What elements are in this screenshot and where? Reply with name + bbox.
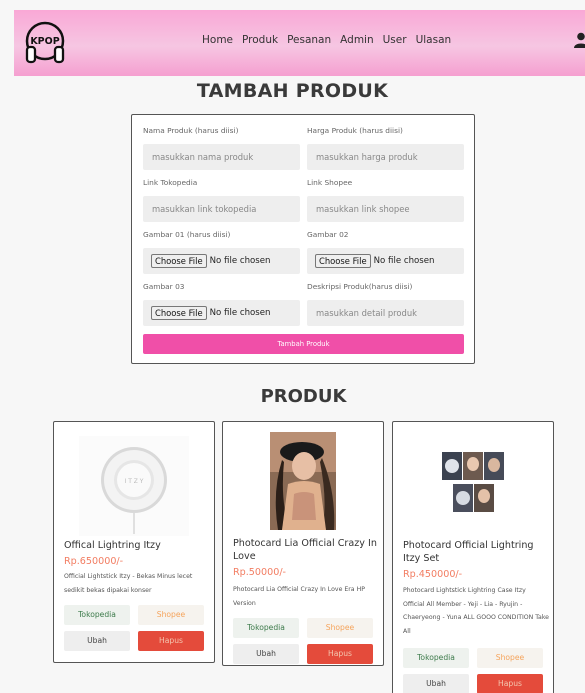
- nav-produk[interactable]: Produk: [242, 34, 278, 46]
- deskripsi-label: Deskripsi Produk(harus diisi): [307, 282, 413, 291]
- add-product-form: Nama Produk (harus diisi) masukkan nama …: [131, 114, 475, 364]
- tokopedia-label: Link Tokopedia: [143, 178, 198, 187]
- gambar3-label: Gambar 03: [143, 282, 185, 291]
- shopee-button[interactable]: Shopee: [477, 648, 543, 668]
- harga-label: Harga Produk (harus diisi): [307, 126, 403, 135]
- product-card: Photocard Official Lightring Itzy Set Rp…: [392, 421, 554, 693]
- nama-label: Nama Produk (harus diisi): [143, 126, 239, 135]
- product-image: [393, 452, 553, 514]
- product-name: Offical Lightring Itzy: [64, 540, 161, 551]
- nav-home[interactable]: Home: [202, 34, 233, 46]
- tokopedia-button[interactable]: Tokopedia: [403, 648, 469, 668]
- product-price: Rp.450000/-: [403, 569, 463, 580]
- nav-user[interactable]: User: [383, 34, 407, 46]
- product-card: Photocard Lia Official Crazy In Love Rp.…: [222, 421, 384, 666]
- shopee-button[interactable]: Shopee: [138, 605, 204, 625]
- product-name: Photocard Official Lightring Itzy Set: [403, 540, 534, 564]
- shopee-input[interactable]: masukkan link shopee: [307, 196, 464, 222]
- product-description: Photocard Lightstick Lightring Case Itzy…: [403, 587, 549, 635]
- ubah-button[interactable]: Ubah: [403, 674, 469, 693]
- produk-section-title: PRODUK: [260, 386, 347, 407]
- product-description: Photocard Lia Official Crazy In Love Era…: [233, 586, 365, 607]
- gambar1-file-input[interactable]: Choose File No file chosen: [143, 248, 300, 274]
- no-file-text: No file chosen: [209, 308, 271, 318]
- nama-input[interactable]: masukkan nama produk: [143, 144, 300, 170]
- shopee-label: Link Shopee: [307, 178, 353, 187]
- choose-file-button[interactable]: Choose File: [151, 306, 207, 320]
- no-file-text: No file chosen: [373, 256, 435, 266]
- page-title: TAMBAH PRODUK: [196, 80, 389, 102]
- choose-file-button[interactable]: Choose File: [151, 254, 207, 268]
- product-card: I T Z Y Offical Lightring Itzy Rp.650000…: [53, 421, 215, 663]
- nav-admin[interactable]: Admin: [340, 34, 373, 46]
- deskripsi-input[interactable]: masukkan detail produk: [307, 300, 464, 326]
- shopee-button[interactable]: Shopee: [307, 618, 373, 638]
- logo-text: KPOP: [30, 36, 59, 47]
- harga-input[interactable]: masukkan harga produk: [307, 144, 464, 170]
- tokopedia-input[interactable]: masukkan link tokopedia: [143, 196, 300, 222]
- hapus-button[interactable]: Hapus: [138, 631, 204, 651]
- tokopedia-button[interactable]: Tokopedia: [233, 618, 299, 638]
- ubah-button[interactable]: Ubah: [64, 631, 130, 651]
- ubah-button[interactable]: Ubah: [233, 644, 299, 664]
- nav-ulasan[interactable]: Ulasan: [416, 34, 452, 46]
- product-name: Photocard Lia Official Crazy In Love: [233, 538, 377, 562]
- gambar2-file-input[interactable]: Choose File No file chosen: [307, 248, 464, 274]
- nav-links: Home Produk Pesanan Admin User Ulasan: [202, 34, 451, 46]
- tokopedia-button[interactable]: Tokopedia: [64, 605, 130, 625]
- kpop-logo[interactable]: KPOP: [22, 20, 68, 66]
- product-description: Official Lightstick Itzy - Bekas Minus l…: [64, 573, 193, 594]
- tambah-produk-button[interactable]: Tambah Produk: [143, 334, 464, 354]
- gambar1-label: Gambar 01 (harus diisi): [143, 230, 231, 239]
- product-image: I T Z Y: [54, 436, 214, 536]
- svg-text:I T Z Y: I T Z Y: [125, 478, 144, 485]
- product-price: Rp.50000/-: [233, 567, 287, 578]
- hapus-button[interactable]: Hapus: [477, 674, 543, 693]
- nav-pesanan[interactable]: Pesanan: [287, 34, 331, 46]
- no-file-text: No file chosen: [209, 256, 271, 266]
- product-image: [223, 432, 383, 530]
- navbar: KPOP Home Produk Pesanan Admin User Ulas…: [14, 10, 585, 76]
- choose-file-button[interactable]: Choose File: [315, 254, 371, 268]
- user-icon[interactable]: [574, 32, 585, 48]
- gambar3-file-input[interactable]: Choose File No file chosen: [143, 300, 300, 326]
- hapus-button[interactable]: Hapus: [307, 644, 373, 664]
- gambar2-label: Gambar 02: [307, 230, 349, 239]
- product-price: Rp.650000/-: [64, 556, 124, 567]
